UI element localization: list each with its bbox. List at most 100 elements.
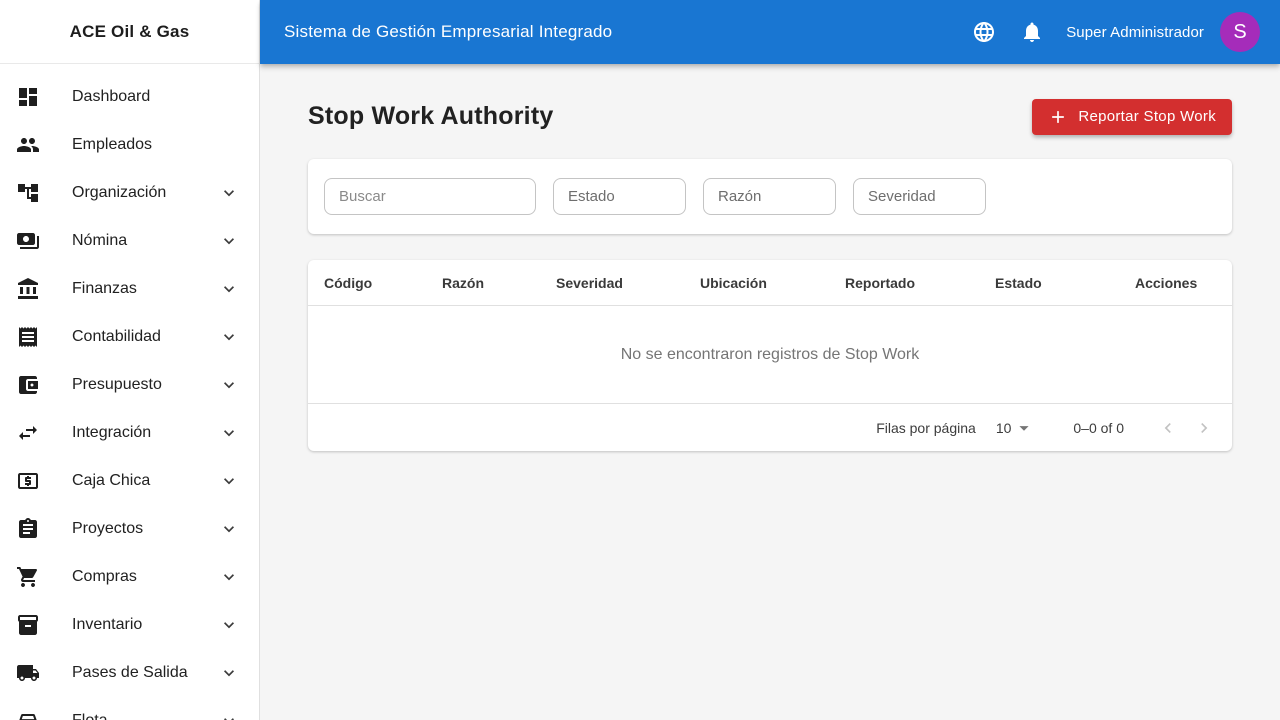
sidebar-item-integracion[interactable]: Integración: [0, 409, 259, 457]
swap-horizontal-icon: [16, 421, 40, 445]
page-title: Stop Work Authority: [308, 102, 554, 130]
sidebar-item-label: Compras: [72, 568, 137, 585]
dashboard-icon: [16, 85, 40, 109]
chevron-down-icon: [219, 231, 239, 251]
sidebar-item-organizacion[interactable]: Organización: [0, 169, 259, 217]
rows-per-page-select[interactable]: 10: [996, 417, 1036, 439]
filter-select-severidad[interactable]: Severidad: [853, 178, 986, 215]
sidebar-item-pases-de-salida[interactable]: Pases de Salida: [0, 649, 259, 697]
column-header-severidad: Severidad: [556, 274, 623, 291]
filter-select-razon[interactable]: Razón: [703, 178, 836, 215]
chevron-down-icon: [219, 471, 239, 491]
sidebar-item-label: Dashboard: [72, 88, 151, 105]
filter-bar: Estado Razón Severidad: [308, 159, 1232, 234]
payments-icon: [16, 229, 40, 253]
sidebar-item-inventario[interactable]: Inventario: [0, 601, 259, 649]
receipt-icon: [16, 325, 40, 349]
chevron-down-icon: [219, 279, 239, 299]
inventory-icon: [16, 613, 40, 637]
rows-per-page-label: Filas por página: [876, 419, 976, 436]
report-stop-work-label: Reportar Stop Work: [1078, 108, 1216, 125]
sidebar-item-proyectos[interactable]: Proyectos: [0, 505, 259, 553]
appbar: Sistema de Gestión Empresarial Integrado…: [260, 0, 1280, 64]
chevron-down-icon: [219, 615, 239, 635]
car-icon: [16, 709, 40, 720]
app-logo: ACE Oil & Gas: [0, 0, 259, 64]
search-input[interactable]: [324, 178, 536, 215]
column-header-codigo: Código: [324, 274, 373, 291]
user-name: Super Administrador: [1066, 23, 1204, 41]
sidebar-item-label: Flota: [72, 712, 108, 720]
column-header-ubicacion: Ubicación: [700, 274, 767, 291]
filter-select-label: Severidad: [868, 188, 936, 205]
chevron-down-icon: [219, 663, 239, 683]
bell-icon: [1020, 20, 1044, 44]
sidebar-item-dashboard[interactable]: Dashboard: [0, 73, 259, 121]
column-header-razon: Razón: [442, 274, 484, 291]
appbar-actions: Super Administrador S: [964, 12, 1260, 52]
rows-per-page-value: 10: [995, 419, 1012, 436]
people-icon: [16, 133, 40, 157]
sidebar-nav: Dashboard Empleados Organización Nómina …: [0, 64, 259, 720]
sidebar-item-label: Caja Chica: [72, 472, 151, 489]
sidebar-item-nomina[interactable]: Nómina: [0, 217, 259, 265]
chevron-down-icon: [219, 519, 239, 539]
sidebar-item-empleados[interactable]: Empleados: [0, 121, 259, 169]
filter-select-estado[interactable]: Estado: [553, 178, 686, 215]
chevron-down-icon: [219, 183, 239, 203]
stop-work-table: Código Razón Severidad Ubicación Reportado Es…: [308, 260, 1232, 451]
sidebar-item-label: Empleados: [72, 136, 153, 153]
sidebar-item-finanzas[interactable]: Finanzas: [0, 265, 259, 313]
language-button[interactable]: [964, 12, 1004, 52]
chevron-left-icon: [1158, 418, 1178, 438]
filter-select-label: Razón: [718, 188, 762, 205]
column-header-acciones: Acciones: [1135, 274, 1198, 291]
cash-box-icon: [16, 469, 40, 493]
sidebar-item-label: Organización: [72, 184, 167, 201]
notifications-button[interactable]: [1012, 12, 1052, 52]
sidebar-item-flota[interactable]: Flota: [0, 697, 259, 720]
wallet-icon: [16, 373, 40, 397]
clipboard-icon: [16, 517, 40, 541]
table-empty-message: No se encontraron registros de Stop Work: [308, 306, 1232, 404]
sidebar-item-label: Integración: [72, 424, 152, 441]
avatar[interactable]: S: [1220, 12, 1260, 52]
caret-down-icon: [803, 185, 827, 209]
caret-down-icon: [953, 185, 977, 209]
truck-icon: [16, 661, 40, 685]
sidebar-item-label: Inventario: [72, 616, 143, 633]
sidebar-item-presupuesto[interactable]: Presupuesto: [0, 361, 259, 409]
pagination-range-label: 0–0 of 0: [1073, 419, 1124, 436]
column-header-reportado: Reportado: [845, 274, 915, 291]
sidebar-item-label: Finanzas: [72, 280, 137, 297]
sidebar-item-compras[interactable]: Compras: [0, 553, 259, 601]
org-tree-icon: [16, 181, 40, 205]
globe-icon: [972, 20, 996, 44]
column-header-estado: Estado: [995, 274, 1042, 291]
next-page-button[interactable]: [1186, 410, 1222, 446]
page-header: Stop Work Authority Reportar Stop Work: [308, 98, 1232, 135]
sidebar-item-contabilidad[interactable]: Contabilidad: [0, 313, 259, 361]
sidebar-item-label: Contabilidad: [72, 328, 161, 345]
chevron-down-icon: [219, 711, 239, 720]
sidebar-item-label: Presupuesto: [72, 376, 162, 393]
chevron-down-icon: [219, 375, 239, 395]
table-header-row: Código Razón Severidad Ubicación Reportado Es…: [308, 260, 1232, 306]
sidebar: ACE Oil & Gas Dashboard Empleados Organi…: [0, 0, 260, 720]
report-stop-work-button[interactable]: Reportar Stop Work: [1032, 98, 1232, 135]
chevron-down-icon: [219, 423, 239, 443]
bank-icon: [16, 277, 40, 301]
sidebar-item-label: Pases de Salida: [72, 664, 188, 681]
chevron-down-icon: [219, 327, 239, 347]
chevron-down-icon: [219, 567, 239, 587]
main-content: Stop Work Authority Reportar Stop Work E…: [260, 64, 1280, 720]
previous-page-button[interactable]: [1150, 410, 1186, 446]
plus-icon: [1048, 107, 1068, 127]
sidebar-item-caja-chica[interactable]: Caja Chica: [0, 457, 259, 505]
appbar-title: Sistema de Gestión Empresarial Integrado: [284, 22, 613, 41]
caret-down-icon: [1013, 417, 1035, 439]
caret-down-icon: [653, 185, 677, 209]
filter-select-label: Estado: [568, 188, 615, 205]
sidebar-item-label: Nómina: [72, 232, 128, 249]
table-pagination: Filas por página 10 0–0 of 0: [308, 404, 1232, 451]
